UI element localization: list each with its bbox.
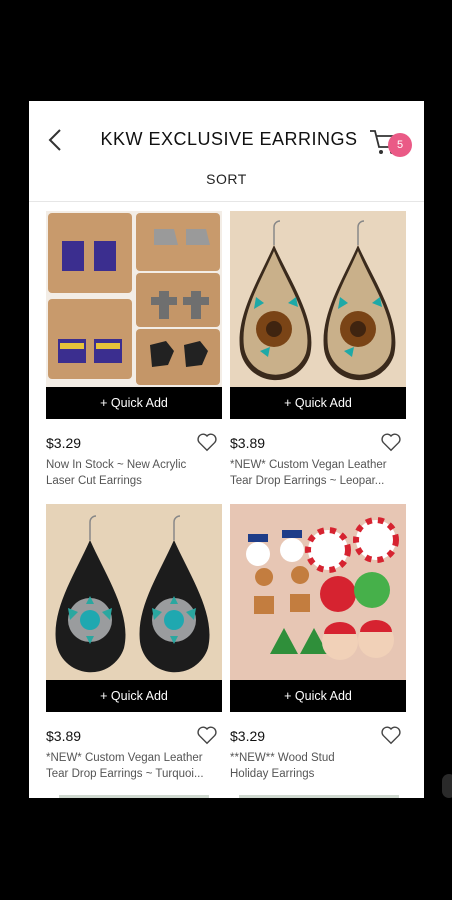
- heart-icon[interactable]: [380, 431, 402, 453]
- header: KKW EXCLUSIVE EARRINGS 5 SORT: [29, 101, 424, 202]
- product-card[interactable]: + Quick Add $3.29 **NEW** Wood Stud Holi…: [230, 504, 406, 784]
- scroll-handle[interactable]: [442, 774, 452, 798]
- product-price: $3.89: [46, 728, 82, 744]
- product-price: $3.89: [230, 435, 266, 451]
- page-title: KKW EXCLUSIVE EARRINGS: [100, 129, 358, 149]
- quick-add-button[interactable]: + Quick Add: [46, 680, 222, 712]
- heart-icon[interactable]: [196, 431, 218, 453]
- product-image[interactable]: [46, 211, 222, 387]
- product-price: $3.29: [230, 728, 266, 744]
- product-image[interactable]: [230, 211, 406, 387]
- next-row-peek: [239, 795, 399, 798]
- heart-icon[interactable]: [196, 724, 218, 746]
- product-price: $3.29: [46, 435, 82, 451]
- product-card[interactable]: + Quick Add $3.89 *NEW* Custom Vegan Lea…: [46, 504, 222, 784]
- heart-icon[interactable]: [380, 724, 402, 746]
- product-description[interactable]: *NEW* Custom Vegan Leather Tear Drop Ear…: [230, 457, 406, 489]
- product-description[interactable]: Now In Stock ~ New Acrylic Laser Cut Ear…: [46, 457, 222, 489]
- cart-count-badge: 5: [388, 133, 412, 157]
- product-card[interactable]: + Quick Add $3.89 *NEW* Custom Vegan Lea…: [230, 211, 406, 491]
- app-screen: KKW EXCLUSIVE EARRINGS 5 SORT + Quick Ad…: [29, 101, 424, 798]
- quick-add-button[interactable]: + Quick Add: [230, 387, 406, 419]
- product-description[interactable]: **NEW** Wood Stud Holiday Earrings: [230, 750, 406, 782]
- product-card[interactable]: + Quick Add $3.29 Now In Stock ~ New Acr…: [46, 211, 222, 491]
- product-image[interactable]: [46, 504, 222, 680]
- sort-button[interactable]: SORT: [29, 171, 424, 187]
- product-description[interactable]: *NEW* Custom Vegan Leather Tear Drop Ear…: [46, 750, 222, 782]
- quick-add-button[interactable]: + Quick Add: [230, 680, 406, 712]
- next-row-peek: [59, 795, 209, 798]
- chevron-left-icon[interactable]: [43, 127, 69, 153]
- product-image[interactable]: [230, 504, 406, 680]
- quick-add-button[interactable]: + Quick Add: [46, 387, 222, 419]
